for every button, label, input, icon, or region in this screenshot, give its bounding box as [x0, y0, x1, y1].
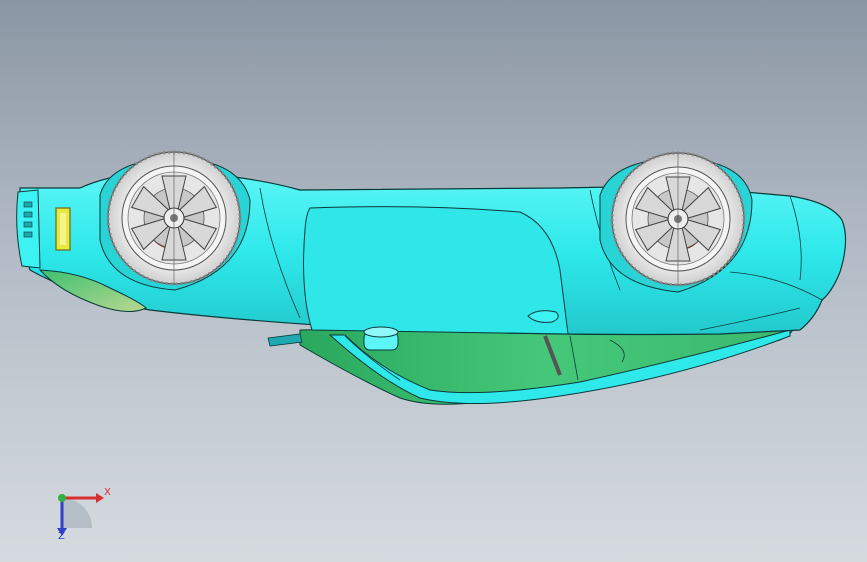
side-mirror — [267, 333, 303, 347]
exhaust-tip — [23, 231, 33, 238]
exhaust-tip — [23, 211, 33, 218]
rear-wheel — [106, 150, 242, 286]
y-axis-dot-icon — [58, 494, 66, 502]
front-wheel — [610, 151, 746, 287]
car-model[interactable] — [0, 0, 867, 562]
door-panel — [303, 206, 569, 335]
exhaust-tip — [23, 221, 33, 228]
graphics-viewport[interactable]: X Z — [0, 0, 867, 562]
rear-bumper — [16, 189, 41, 269]
exhaust-tip — [23, 201, 33, 208]
z-axis-label: Z — [58, 531, 65, 542]
x-axis-label: X — [104, 487, 111, 498]
